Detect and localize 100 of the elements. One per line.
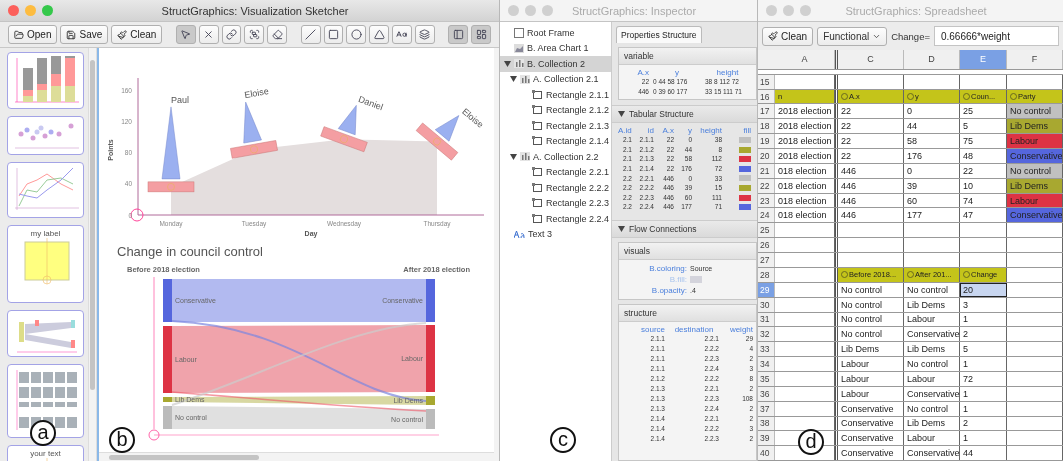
row-number[interactable]: 18 (758, 119, 775, 134)
tab[interactable]: Properties Structure (616, 26, 702, 43)
tree-item[interactable]: Rectangle 2.2.2 (500, 180, 611, 196)
template-thumbnail[interactable]: your text (7, 445, 84, 461)
table-cell[interactable]: 48 (960, 149, 1007, 163)
table-cell[interactable]: 176 (904, 149, 960, 163)
table-cell[interactable]: 2018 election (775, 119, 835, 134)
row-number[interactable]: 40 (758, 446, 775, 461)
save-button[interactable]: Save (60, 25, 109, 44)
table-cell[interactable]: 177 (904, 208, 960, 223)
template-thumbnail[interactable] (7, 364, 84, 438)
tool-button[interactable] (198, 25, 219, 44)
scrollbar-thumb[interactable] (90, 60, 95, 390)
row-number[interactable]: 20 (758, 149, 775, 163)
table-cell[interactable]: Lib Dems (1007, 119, 1063, 134)
tool-button[interactable] (300, 25, 321, 44)
table-cell[interactable]: Lib Dems (838, 342, 904, 357)
scrollbar-thumb[interactable] (109, 454, 259, 460)
tool-button[interactable] (175, 25, 196, 44)
table-cell[interactable]: No control (904, 357, 960, 371)
tree-item[interactable]: Rectangle 2.2.1 (500, 164, 611, 180)
table-cell[interactable]: 5 (960, 342, 1007, 357)
sketch-canvas[interactable] (97, 48, 494, 461)
tool-button[interactable] (346, 25, 367, 44)
table-cell[interactable]: 2018 election (775, 134, 835, 149)
table-cell[interactable]: 0 (904, 104, 960, 119)
tree-item[interactable]: A. Collection 2.1 (500, 71, 611, 87)
row-number[interactable]: 26 (758, 238, 775, 253)
tree-item[interactable]: Rectangle 2.2.3 (500, 195, 611, 211)
row-number[interactable]: 34 (758, 357, 775, 371)
table-cell[interactable]: Labour (1007, 134, 1063, 149)
tree-item[interactable]: A. Collection 2.2 (500, 149, 611, 165)
disclosure-triangle-icon[interactable] (510, 76, 517, 83)
table-cell[interactable]: 44 (960, 446, 1007, 461)
table-cell[interactable]: 1 (960, 431, 1007, 446)
clean-button[interactable]: Clean (111, 25, 163, 44)
tree-item[interactable]: B. Collection 2 (500, 56, 611, 72)
tool-button[interactable] (392, 25, 412, 44)
tree-item[interactable]: Text 3 (500, 226, 611, 242)
row-number[interactable]: 24 (758, 208, 775, 223)
tool-button[interactable] (267, 25, 288, 44)
section-header[interactable]: Tabular Structure (612, 105, 757, 124)
table-cell[interactable]: 25 (960, 104, 1007, 119)
tree-item[interactable]: B. Area Chart 1 (500, 40, 611, 56)
table-cell[interactable]: 1 (960, 357, 1007, 371)
table-cell[interactable]: 22 (838, 134, 904, 149)
table-cell[interactable]: 446 (838, 208, 904, 223)
template-thumbnail[interactable] (7, 52, 84, 109)
section-header[interactable]: Flow Connections (612, 219, 757, 238)
table-cell[interactable]: No control (1007, 104, 1063, 119)
row-number[interactable]: 25 (758, 223, 775, 238)
table-cell[interactable]: Labour (904, 431, 960, 446)
row-number[interactable]: 33 (758, 342, 775, 357)
table-cell[interactable]: 75 (960, 134, 1007, 149)
table-cell[interactable]: Conservative (904, 446, 960, 461)
row-number[interactable]: 32 (758, 327, 775, 342)
table-cell[interactable]: Conservative (838, 431, 904, 446)
table-cell[interactable]: 018 election (775, 208, 835, 223)
table-cell[interactable]: 5 (960, 119, 1007, 134)
tree-item[interactable]: Rectangle 2.1.1 (500, 87, 611, 103)
formula-field[interactable]: 0.66666*weight (933, 26, 1059, 46)
table-cell[interactable]: 44 (904, 119, 960, 134)
clean-button[interactable]: Clean (762, 26, 814, 46)
window-control[interactable] (8, 5, 19, 16)
disclosure-triangle-icon[interactable] (618, 111, 625, 118)
table-cell[interactable]: 2018 election (775, 149, 835, 163)
template-thumbnail[interactable] (7, 310, 84, 357)
disclosure-triangle-icon[interactable] (618, 225, 625, 232)
tool-button[interactable] (221, 25, 242, 44)
table-cell[interactable]: 47 (960, 208, 1007, 223)
table-cell[interactable]: 22 (838, 149, 904, 163)
table-cell[interactable]: 22 (838, 119, 904, 134)
tool-button[interactable] (244, 25, 265, 44)
origin-handle-icon[interactable] (130, 208, 144, 222)
disclosure-triangle-icon[interactable] (504, 60, 511, 67)
table-cell[interactable]: 2018 election (775, 104, 835, 119)
tool-button[interactable] (471, 25, 491, 44)
row-number[interactable]: 27 (758, 253, 775, 267)
tree-item[interactable]: Root Frame (500, 25, 611, 41)
tree-item[interactable]: Rectangle 2.1.4 (500, 133, 611, 149)
table-cell[interactable]: 22 (838, 104, 904, 119)
scrollbar[interactable] (494, 48, 499, 461)
table-cell[interactable]: Conservative (904, 327, 960, 342)
row-number[interactable]: 19 (758, 134, 775, 149)
tool-button[interactable] (323, 25, 344, 44)
origin-handle-icon[interactable] (148, 429, 160, 441)
tree-item[interactable]: Rectangle 2.2.4 (500, 211, 611, 227)
disclosure-triangle-icon[interactable] (510, 153, 517, 160)
table-cell[interactable]: 58 (904, 134, 960, 149)
template-thumbnail[interactable] (7, 116, 84, 155)
tree-item[interactable]: Rectangle 2.1.3 (500, 118, 611, 134)
row-number[interactable]: 39 (758, 431, 775, 446)
tool-button[interactable] (448, 25, 469, 44)
template-thumbnail[interactable] (7, 162, 84, 218)
tree-item[interactable]: Rectangle 2.1.2 (500, 102, 611, 118)
open-button[interactable]: Open (8, 25, 58, 44)
table-cell[interactable]: Labour (838, 357, 904, 371)
mode-dropdown[interactable]: Functional (817, 26, 888, 46)
scrollbar[interactable] (88, 48, 97, 461)
row-number[interactable]: 17 (758, 104, 775, 119)
